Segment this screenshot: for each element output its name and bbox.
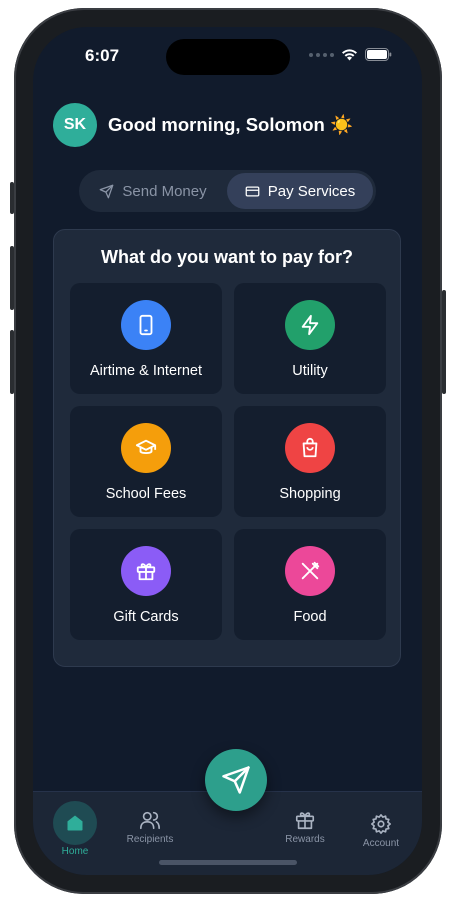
home-icon [53, 801, 97, 845]
service-school-fees[interactable]: School Fees [70, 406, 222, 517]
battery-icon [365, 48, 392, 61]
service-label: Airtime & Internet [89, 363, 202, 379]
status-time: 6:07 [85, 46, 120, 65]
action-button [10, 182, 14, 214]
send-money-label: Send Money [122, 182, 207, 200]
service-label: Gift Cards [113, 609, 179, 625]
card-icon [245, 186, 260, 196]
service-label: School Fees [105, 486, 187, 502]
tab-home[interactable]: Home [53, 801, 97, 857]
tab-rewards-label: Rewards [285, 834, 325, 845]
greeting-text: Good morning, Solomon ☀️ [108, 114, 354, 135]
pay-services-panel: What do you want to pay for? Airtime & I… [53, 229, 401, 667]
gift-icon [295, 812, 315, 830]
volume-up-button [10, 246, 14, 310]
send-icon [222, 766, 250, 794]
graduation-cap-icon [121, 423, 171, 473]
tab-account[interactable]: Account [360, 813, 402, 849]
power-button [442, 290, 446, 394]
gear-icon [371, 814, 391, 834]
tab-account-label: Account [362, 838, 400, 849]
tab-home-label: Home [61, 846, 89, 857]
users-icon [140, 811, 160, 830]
lightning-icon [285, 300, 335, 350]
panel-title: What do you want to pay for? [101, 247, 353, 267]
signal-icon [309, 52, 334, 57]
service-shopping[interactable]: Shopping [234, 406, 386, 517]
phone-icon [121, 300, 171, 350]
pay-services-tab[interactable]: Pay Services [227, 173, 373, 209]
tab-recipients[interactable]: Recipients [125, 809, 175, 845]
dynamic-island [166, 39, 290, 75]
tab-recipients-label: Recipients [126, 834, 174, 845]
service-utility[interactable]: Utility [234, 283, 386, 394]
pay-services-label: Pay Services [267, 182, 356, 200]
app-screen: 6:07 SK Good morning, Solomon ☀️ Send Mo… [33, 27, 422, 875]
send-icon [100, 184, 114, 198]
shopping-bag-icon [285, 423, 335, 473]
service-airtime-internet[interactable]: Airtime & Internet [70, 283, 222, 394]
wifi-icon [342, 48, 357, 60]
service-label: Food [293, 609, 327, 625]
avatar[interactable]: SK [53, 103, 97, 147]
home-indicator [159, 860, 297, 865]
tab-rewards[interactable]: Rewards [283, 809, 327, 845]
volume-down-button [10, 330, 14, 394]
service-label: Utility [292, 363, 328, 379]
status-icons [309, 48, 392, 61]
mode-toggle: Send Money Pay Services [79, 170, 376, 212]
send-money-tab[interactable]: Send Money [83, 173, 223, 209]
service-label: Shopping [279, 486, 341, 502]
service-food[interactable]: Food [234, 529, 386, 640]
service-gift-cards[interactable]: Gift Cards [70, 529, 222, 640]
gift-icon [121, 546, 171, 596]
utensils-icon [285, 546, 335, 596]
send-fab-button[interactable] [205, 749, 267, 811]
